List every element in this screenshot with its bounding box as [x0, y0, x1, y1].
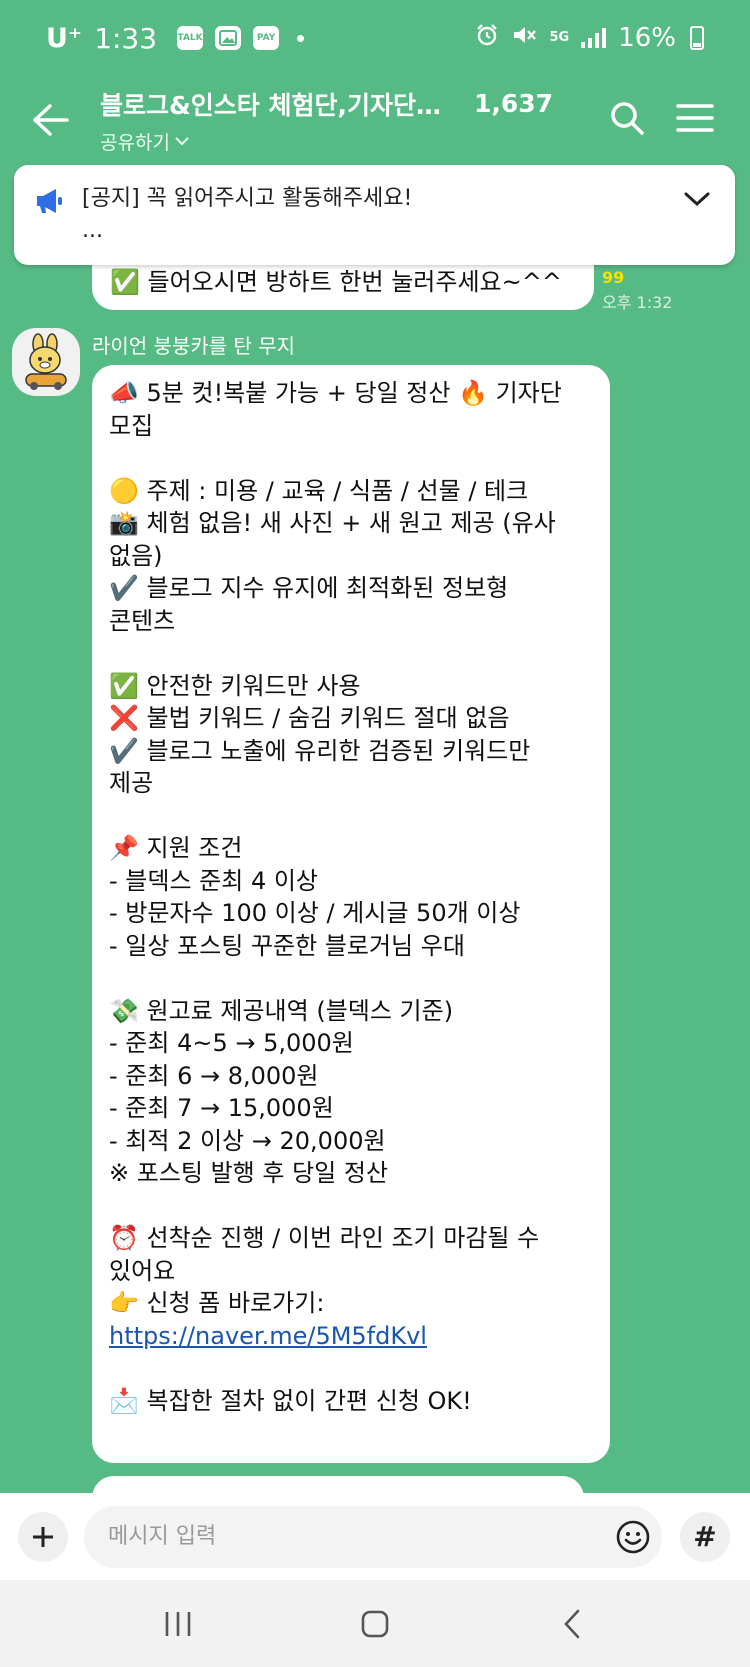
- message-time: 오후 1:32: [602, 293, 673, 312]
- status-time: 1:33: [94, 21, 158, 55]
- arrow-left-icon: [33, 104, 69, 136]
- sender-name: 라이언 붕붕카를 탄 무지: [92, 334, 296, 358]
- menu-button[interactable]: [676, 103, 714, 137]
- plus-icon: [33, 1526, 53, 1547]
- smiley-icon: [616, 1520, 650, 1553]
- back-button[interactable]: [0, 76, 100, 164]
- chevron-left-icon: [563, 1609, 579, 1638]
- alarm-icon: [475, 23, 499, 54]
- mute-icon: [511, 23, 537, 54]
- signal-icon: [581, 28, 607, 48]
- message-line: ✔️ 블로그 노출에 유리한 검증된 키워드만: [109, 736, 531, 765]
- chat-title: 블로그&인스타 체험단,기자단모집: [100, 90, 450, 120]
- previous-message-text: ✅ 들어오시면 방하트 한번 눌러주세요~^^: [110, 268, 562, 296]
- message-line: 🟡 주제 : 미용 / 교육 / 식품 / 선물 / 테크: [109, 476, 529, 505]
- message-line: 📣 5분 컷!복붙 가능 + 당일 정산 🔥 기자단: [109, 379, 562, 407]
- chevron-down-icon: [684, 192, 710, 207]
- message-footer-line: [109, 1352, 594, 1385]
- more-notifications-dot: [297, 34, 305, 42]
- message-line: - 최적 2 이상 → 20,000원: [109, 1126, 386, 1155]
- message-line: - 준최 6 → 8,000원: [109, 1061, 319, 1090]
- previous-message-meta: 99 오후 1:32: [602, 268, 672, 313]
- battery-percent: 16%: [618, 23, 676, 53]
- message-line: ✅ 안전한 키워드만 사용: [109, 671, 361, 700]
- notice-icon-wrap: [34, 183, 82, 247]
- message-input-wrap: [84, 1505, 662, 1568]
- message-footer-line: 📩 복잡한 절차 없이 간편 신청 OK!: [109, 1386, 472, 1415]
- message-input[interactable]: [108, 1524, 612, 1549]
- hamburger-menu-icon: [676, 104, 714, 132]
- hashtag-button[interactable]: #: [680, 1511, 730, 1562]
- message-line: 👉 신청 폼 바로가기:: [109, 1289, 325, 1317]
- notice-ellipsis: ...: [82, 218, 103, 243]
- emoticon-button[interactable]: [612, 1516, 654, 1558]
- search-button[interactable]: [608, 99, 646, 141]
- message-line: 있어요: [109, 1256, 176, 1285]
- network-type: 5G: [549, 30, 570, 45]
- home-icon: [361, 1610, 389, 1637]
- message-input-bar: #: [0, 1493, 750, 1580]
- message-line: 제공: [109, 769, 154, 797]
- back-nav-button[interactable]: [532, 1594, 612, 1654]
- battery-icon: [690, 26, 704, 50]
- message-line: 💸 원고료 제공내역 (블덱스 기준): [109, 996, 454, 1025]
- recent-apps-button[interactable]: [138, 1594, 218, 1654]
- message-bubble[interactable]: 📣 5분 컷!복붙 가능 + 당일 정산 🔥 기자단모집 🟡 주제 : 미용 / …: [92, 365, 610, 1463]
- message-line: ⏰ 선착순 진행 / 이번 라인 조기 마감될 수: [109, 1224, 540, 1252]
- notice-banner[interactable]: [공지] 꼭 읽어주시고 활동해주세요! ...: [14, 165, 735, 265]
- message-line: 📸 체험 없음! 새 사진 + 새 원고 제공 (유사: [109, 509, 556, 537]
- message-line: 📌 지원 조건: [109, 834, 243, 862]
- carrier-label: U⁺: [46, 22, 83, 54]
- message-line: - 블덱스 준최 4 이상: [109, 866, 319, 895]
- talk-icon: TALK: [177, 26, 204, 50]
- message-line: ❌ 불법 키워드 / 숨김 키워드 절대 없음: [109, 704, 510, 732]
- message-line: [109, 962, 594, 995]
- system-nav-bar: [0, 1580, 750, 1667]
- message-line: - 준최 7 → 15,000원: [109, 1094, 334, 1122]
- message-line: [109, 637, 594, 670]
- message-line: 없음): [109, 541, 163, 570]
- sender-avatar[interactable]: [12, 328, 80, 396]
- message-line: [109, 1190, 594, 1223]
- chat-title-area[interactable]: 블로그&인스타 체험단,기자단모집 1,637 공유하기: [100, 86, 570, 155]
- share-button[interactable]: 공유하기: [100, 128, 570, 155]
- message-footer: 📩 복잡한 절차 없이 간편 신청 OK!: [109, 1352, 594, 1417]
- message-line: ✔️ 블로그 지수 유지에 최적화된 정보형: [109, 574, 509, 602]
- chat-header: 블로그&인스타 체험단,기자단모집 1,637 공유하기: [0, 76, 750, 164]
- status-right: 5G 16%: [475, 23, 704, 54]
- header-actions: [608, 99, 750, 141]
- member-count: 1,637: [474, 89, 554, 118]
- status-left: U⁺ 1:33 TALK PAY: [46, 21, 305, 55]
- message-line: 모집: [109, 411, 154, 440]
- message-line: [109, 442, 594, 475]
- message-line: 콘텐츠: [109, 606, 176, 635]
- notice-title: [공지] 꼭 읽어주시고 활동해주세요!: [82, 186, 413, 211]
- home-button[interactable]: [335, 1594, 415, 1654]
- message-body: 📣 5분 컷!복붙 가능 + 당일 정산 🔥 기자단모집 🟡 주제 : 미용 / …: [109, 377, 594, 1320]
- megaphone-icon: [37, 189, 62, 213]
- gallery-icon: [215, 26, 242, 50]
- message-line: - 방문자수 100 이상 / 게시글 50개 이상: [109, 899, 521, 927]
- search-icon: [611, 102, 644, 135]
- notice-text-block: [공지] 꼭 읽어주시고 활동해주세요! ...: [82, 183, 679, 247]
- message-line: ※ 포스팅 발행 후 당일 정산: [109, 1159, 389, 1187]
- muzi-character-icon: [25, 333, 67, 390]
- notice-expand-button[interactable]: [679, 183, 715, 247]
- attach-button[interactable]: [18, 1511, 68, 1562]
- unread-count: 99: [602, 268, 625, 287]
- application-form-link[interactable]: https://naver.me/5M5fdKvl: [109, 1322, 427, 1350]
- recent-apps-icon: [166, 1611, 191, 1636]
- message-line: - 일상 포스팅 꾸준한 블로거님 우대: [109, 931, 465, 960]
- status-bar: U⁺ 1:33 TALK PAY 5G 16%: [0, 0, 750, 76]
- message-line: [109, 800, 594, 833]
- pay-icon: PAY: [253, 26, 280, 50]
- message-line: - 준최 4~5 → 5,000원: [109, 1029, 354, 1057]
- chevron-down-icon: [175, 137, 189, 146]
- share-label: 공유하기: [100, 131, 170, 154]
